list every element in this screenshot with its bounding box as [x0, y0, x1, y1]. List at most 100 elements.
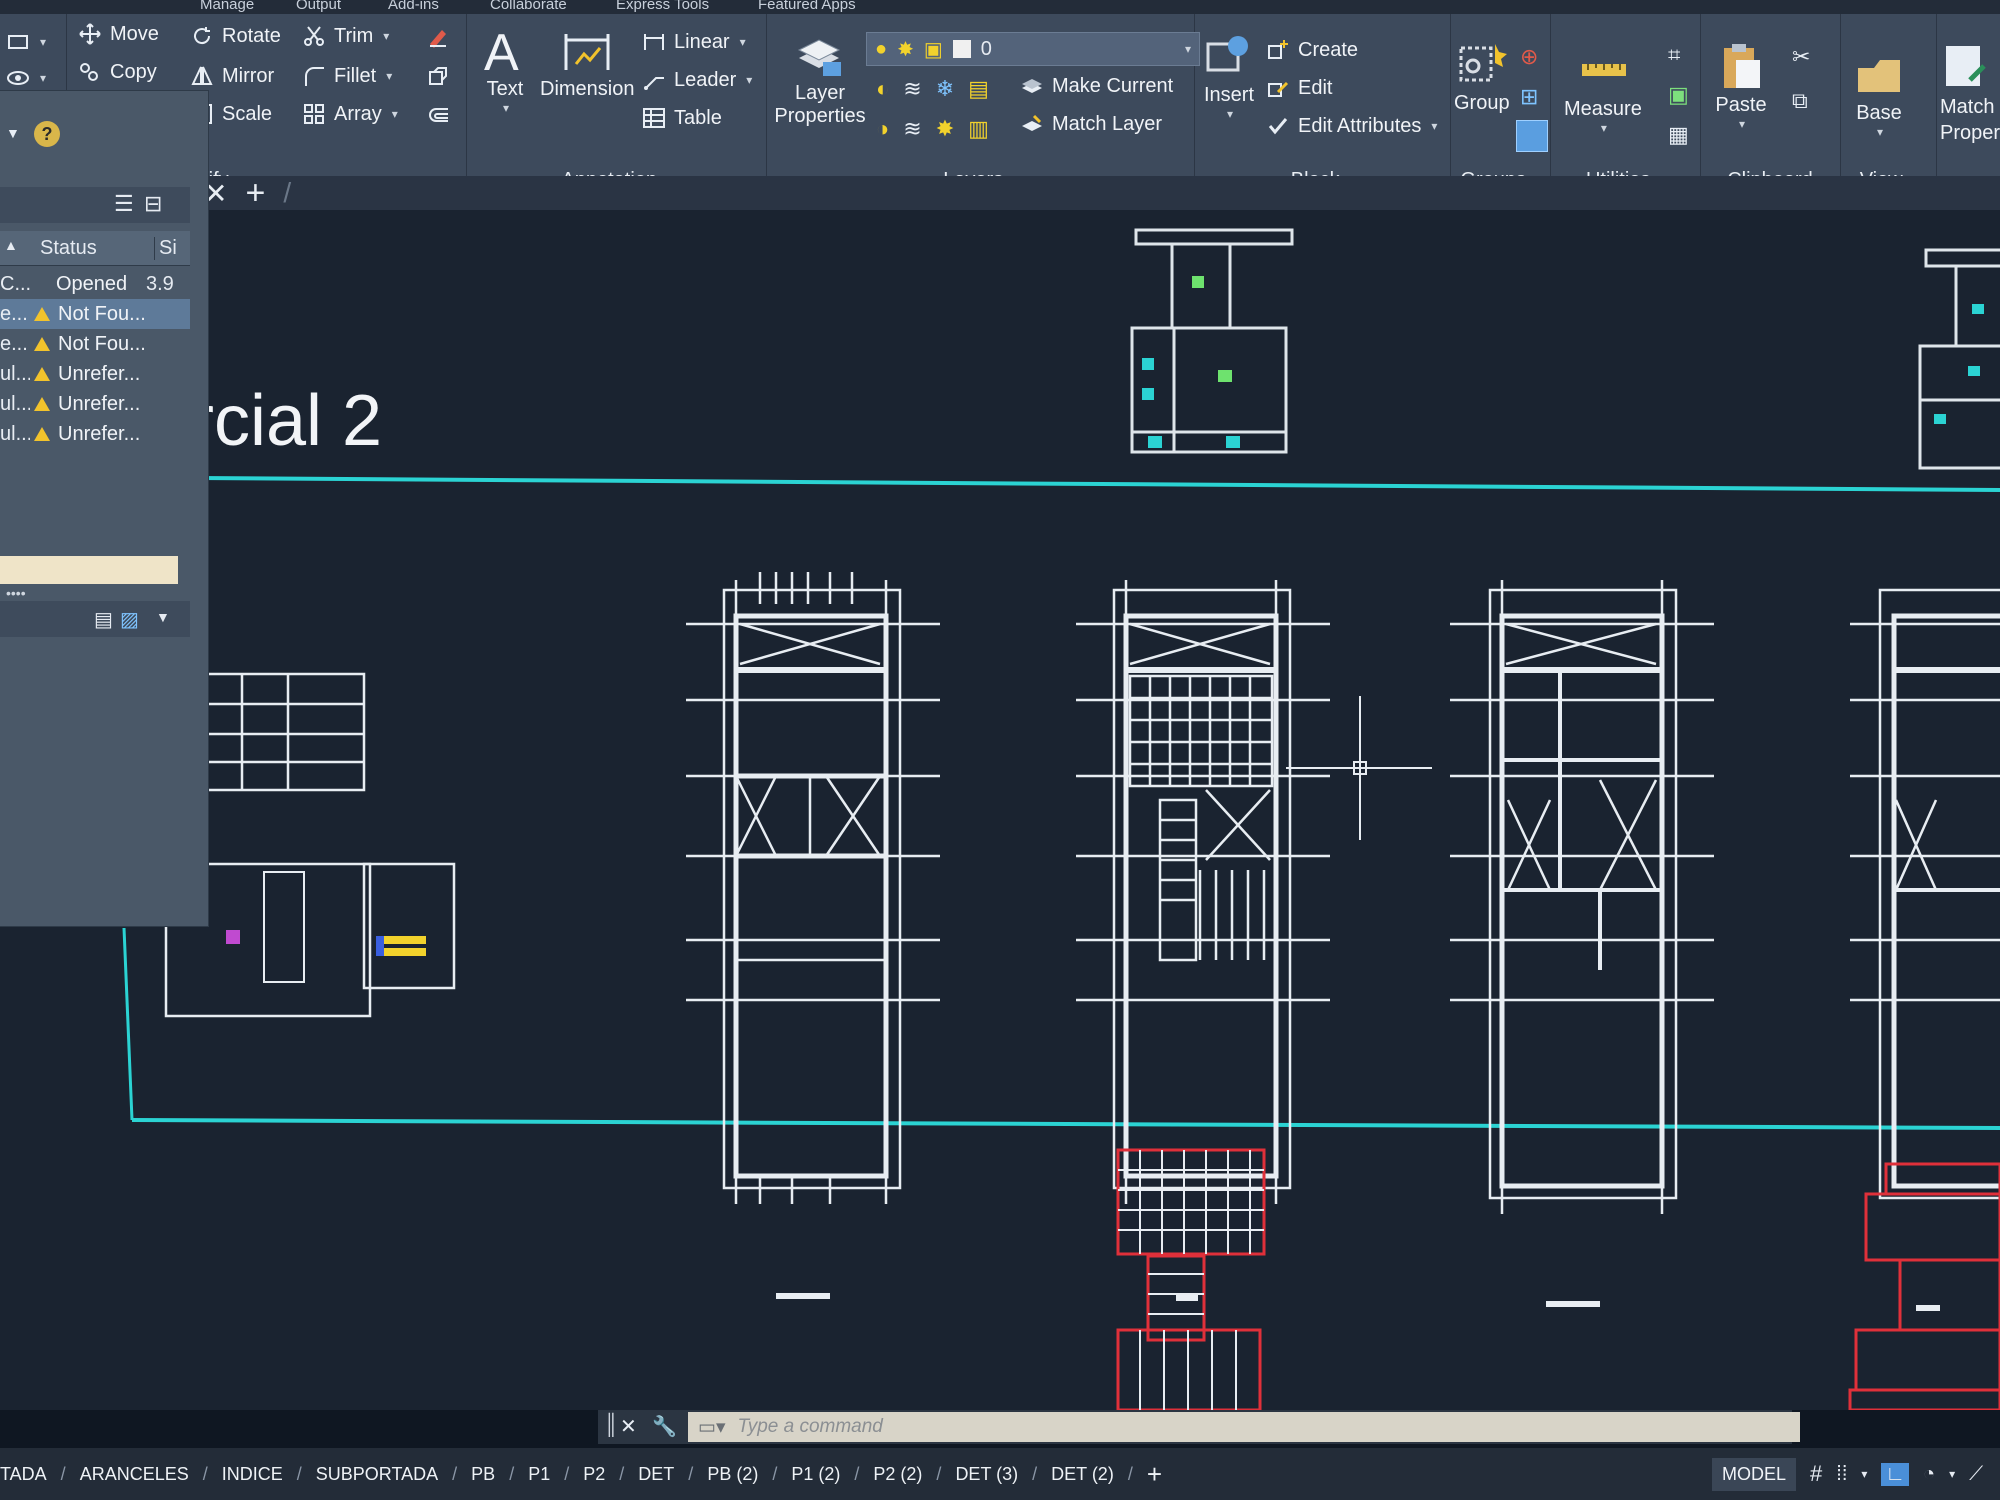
- snap-dropdown-icon[interactable]: ▾: [1861, 1467, 1867, 1481]
- layout-tab[interactable]: PB (2): [693, 1464, 772, 1485]
- text-button[interactable]: A Text ▾: [478, 24, 532, 115]
- linear-button[interactable]: Linear ▾: [642, 30, 746, 54]
- ungroup-icon[interactable]: ⊕: [1520, 44, 1538, 70]
- layer-properties-button[interactable]: Layer Properties: [772, 28, 868, 128]
- layer-dropdown[interactable]: ● ✸ ▣ 0 ▾: [866, 32, 1200, 66]
- layout-tab[interactable]: DET (2): [1037, 1464, 1128, 1485]
- size-column-header[interactable]: Si: [154, 237, 177, 260]
- layer-freeze-icon[interactable]: ❄: [936, 76, 954, 102]
- command-grip[interactable]: ║: [604, 1414, 618, 1437]
- offset-icon[interactable]: [426, 104, 450, 128]
- customize-wrench-icon[interactable]: 🔧: [652, 1414, 677, 1439]
- layout-tab[interactable]: P2 (2): [859, 1464, 936, 1485]
- array-button[interactable]: Array ▾: [302, 102, 398, 126]
- status-column-header[interactable]: Status: [40, 237, 97, 260]
- layer-unlock-icon[interactable]: ▥: [968, 116, 989, 142]
- add-layout-icon[interactable]: +: [1133, 1459, 1176, 1490]
- osnap-icon[interactable]: ⟋: [1969, 1463, 1983, 1486]
- insert-button[interactable]: Insert ▾: [1202, 30, 1256, 121]
- create-block-button[interactable]: Create: [1266, 38, 1358, 62]
- copy-clip-icon[interactable]: ⧉: [1792, 88, 1808, 114]
- polar-dropdown-icon[interactable]: ▾: [1949, 1467, 1955, 1481]
- help-icon[interactable]: ?: [34, 121, 60, 147]
- menu-express-tools[interactable]: Express Tools: [616, 0, 709, 13]
- xref-row[interactable]: ul... Unrefer...: [0, 419, 190, 449]
- leader-button[interactable]: Leader ▾: [642, 68, 752, 92]
- layout-tab[interactable]: DET (3): [941, 1464, 1032, 1485]
- xref-row[interactable]: e... Not Fou...: [0, 329, 190, 359]
- edit-attributes-button[interactable]: Edit Attributes ▾: [1266, 114, 1437, 138]
- details-icon[interactable]: ▤: [94, 607, 113, 632]
- make-current-button[interactable]: Make Current: [1020, 74, 1173, 98]
- command-close-icon[interactable]: ✕: [620, 1414, 637, 1439]
- rectangle-icon[interactable]: ▾: [6, 30, 46, 54]
- layer-thaw-icon[interactable]: ✸: [936, 116, 954, 142]
- base-view-button[interactable]: Base ▾: [1852, 48, 1906, 139]
- layer-off-icon[interactable]: ◐: [876, 76, 889, 102]
- paste-button[interactable]: Paste ▾: [1714, 40, 1768, 131]
- details-toolbar: ▤ ▨ ▼: [0, 601, 190, 637]
- quick-select-icon[interactable]: ⌗: [1668, 42, 1680, 68]
- sort-up-icon[interactable]: ▲: [4, 237, 18, 253]
- menu-output[interactable]: Output: [296, 0, 341, 13]
- command-history-icon[interactable]: ▭▾: [698, 1416, 726, 1439]
- menu-featured-apps[interactable]: Featured Apps: [758, 0, 856, 13]
- table-button[interactable]: Table: [642, 106, 722, 130]
- layout-tab[interactable]: P1: [514, 1464, 564, 1485]
- view-icon[interactable]: ▾: [6, 66, 46, 90]
- preview-icon[interactable]: ▨: [120, 607, 139, 632]
- tree-view-icon[interactable]: ⊟: [144, 191, 162, 217]
- new-tab-icon[interactable]: +: [245, 174, 265, 213]
- cut-icon[interactable]: ✂: [1792, 44, 1810, 70]
- ortho-icon[interactable]: ∟: [1881, 1462, 1910, 1486]
- match-layer-button[interactable]: Match Layer: [1020, 112, 1162, 136]
- menu-collaborate[interactable]: Collaborate: [490, 0, 567, 13]
- layer-lock-icon[interactable]: ▤: [968, 76, 989, 102]
- layout-tab[interactable]: DET: [624, 1464, 688, 1485]
- model-space-button[interactable]: MODEL: [1712, 1457, 1797, 1491]
- move-button[interactable]: Move: [78, 22, 159, 46]
- layout-tab[interactable]: ARANCELES: [66, 1464, 203, 1485]
- select-all-icon[interactable]: ▣: [1668, 82, 1689, 108]
- layout-tab[interactable]: SUBPORTADA: [302, 1464, 452, 1485]
- layer-unisolate-icon[interactable]: ≋: [903, 116, 921, 142]
- layout-tab[interactable]: P2: [569, 1464, 619, 1485]
- xref-row[interactable]: C... Opened 3.9: [0, 269, 190, 299]
- menu-manage[interactable]: Manage: [200, 0, 254, 13]
- rotate-button[interactable]: Rotate: [190, 24, 281, 48]
- list-view-icon[interactable]: ☰: [114, 191, 134, 217]
- fillet-button[interactable]: Fillet ▾: [302, 64, 392, 88]
- group-edit-icon[interactable]: ⊞: [1520, 84, 1538, 110]
- measure-button[interactable]: Measure ▾: [1564, 44, 1642, 135]
- layout-tab[interactable]: INDICE: [208, 1464, 297, 1485]
- command-input[interactable]: ▭▾ Type a command: [688, 1412, 1800, 1442]
- match-properties-button[interactable]: Match Proper: [1940, 40, 2000, 146]
- trim-button[interactable]: Trim ▾: [302, 24, 389, 48]
- layout-tab[interactable]: TADA: [0, 1464, 61, 1485]
- copy-button[interactable]: Copy: [78, 60, 157, 84]
- palette-dropdown-icon[interactable]: ▼: [6, 125, 20, 141]
- xref-row[interactable]: e... Not Fou...: [0, 299, 190, 329]
- snap-icon[interactable]: ⁞⁞: [1836, 1463, 1847, 1486]
- details-dropdown-icon[interactable]: ▼: [156, 609, 170, 625]
- xref-row[interactable]: ul... Unrefer...: [0, 389, 190, 419]
- group-select-icon[interactable]: [1516, 120, 1548, 152]
- grid-icon[interactable]: #: [1810, 1461, 1822, 1487]
- warning-icon: [34, 367, 50, 381]
- erase-icon[interactable]: [426, 24, 450, 48]
- base-label: Base: [1856, 102, 1902, 124]
- layout-tab[interactable]: P1 (2): [777, 1464, 854, 1485]
- explode-icon[interactable]: [426, 64, 450, 88]
- splitter-grip[interactable]: ••••: [6, 585, 26, 601]
- group-button[interactable]: Group: [1454, 38, 1510, 115]
- edit-block-button[interactable]: Edit: [1266, 76, 1332, 100]
- calculator-icon[interactable]: ▦: [1668, 122, 1689, 148]
- dimension-button[interactable]: Dimension: [540, 24, 634, 101]
- menu-addins[interactable]: Add-ins: [388, 0, 439, 13]
- mirror-button[interactable]: Mirror: [190, 64, 274, 88]
- layout-tab[interactable]: PB: [457, 1464, 509, 1485]
- polar-icon[interactable]: ◔: [1923, 1463, 1935, 1486]
- layer-on-icon[interactable]: ◑: [876, 116, 889, 142]
- layer-isolate-icon[interactable]: ≋: [903, 76, 921, 102]
- xref-row[interactable]: ul... Unrefer...: [0, 359, 190, 389]
